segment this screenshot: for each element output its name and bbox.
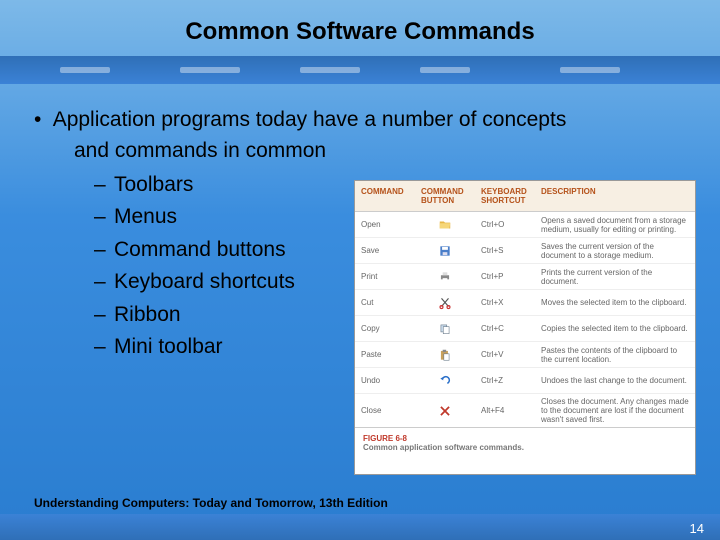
table-row: Cut Ctrl+X Moves the selected item to th… [355,290,695,316]
table-row: Close Alt+F4 Closes the document. Any ch… [355,394,695,428]
table-row: Undo Ctrl+Z Undoes the last change to th… [355,368,695,394]
sub-item: –Keyboard shortcuts [94,266,364,299]
lead-text-2-line: and commands in common [34,137,696,164]
decorative-stripe [0,56,720,84]
footer-book-title: Understanding Computers: Today and Tomor… [34,496,388,510]
col-description: DESCRIPTION [535,181,695,211]
print-icon [415,267,475,287]
table-row: Save Ctrl+S Saves the current version of… [355,238,695,264]
slide-title-area: Common Software Commands [0,0,720,46]
slide-title: Common Software Commands [0,18,720,46]
lead-text-2: and commands in common [74,139,326,162]
table-row: Paste Ctrl+V Pastes the contents of the … [355,342,695,368]
sub-item: –Menus [94,201,364,234]
lead-bullet-line: • Application programs today have a numb… [34,106,696,133]
sub-list: –Toolbars –Menus –Command buttons –Keybo… [34,169,364,364]
figure-header-row: COMMAND COMMAND BUTTON KEYBOARD SHORTCUT… [355,181,695,212]
col-command: COMMAND [355,181,415,211]
sub-item: –Toolbars [94,169,364,202]
page-number: 14 [690,521,704,536]
sub-item: –Ribbon [94,299,364,332]
cut-icon [415,293,475,313]
figure-panel: COMMAND COMMAND BUTTON KEYBOARD SHORTCUT… [354,180,696,475]
footer: Understanding Computers: Today and Tomor… [0,500,720,540]
open-icon [415,215,475,235]
lead-text-1: Application programs today have a number… [53,108,567,131]
undo-icon [415,371,475,391]
table-row: Open Ctrl+O Opens a saved document from … [355,212,695,238]
col-shortcut: KEYBOARD SHORTCUT [475,181,535,211]
bullet-dot: • [34,106,48,133]
sub-item: –Mini toolbar [94,331,364,364]
figure-number: FIGURE 6-8 [363,434,687,443]
paste-icon [415,345,475,365]
table-row: Copy Ctrl+C Copies the selected item to … [355,316,695,342]
figure-caption-text: Common application software commands. [363,443,687,453]
sub-item: –Command buttons [94,234,364,267]
copy-icon [415,319,475,339]
figure-caption: FIGURE 6-8 Common application software c… [355,428,695,459]
save-icon [415,241,475,261]
table-row: Print Ctrl+P Prints the current version … [355,264,695,290]
close-icon [415,401,475,421]
col-button: COMMAND BUTTON [415,181,475,211]
footer-bar [0,514,720,540]
